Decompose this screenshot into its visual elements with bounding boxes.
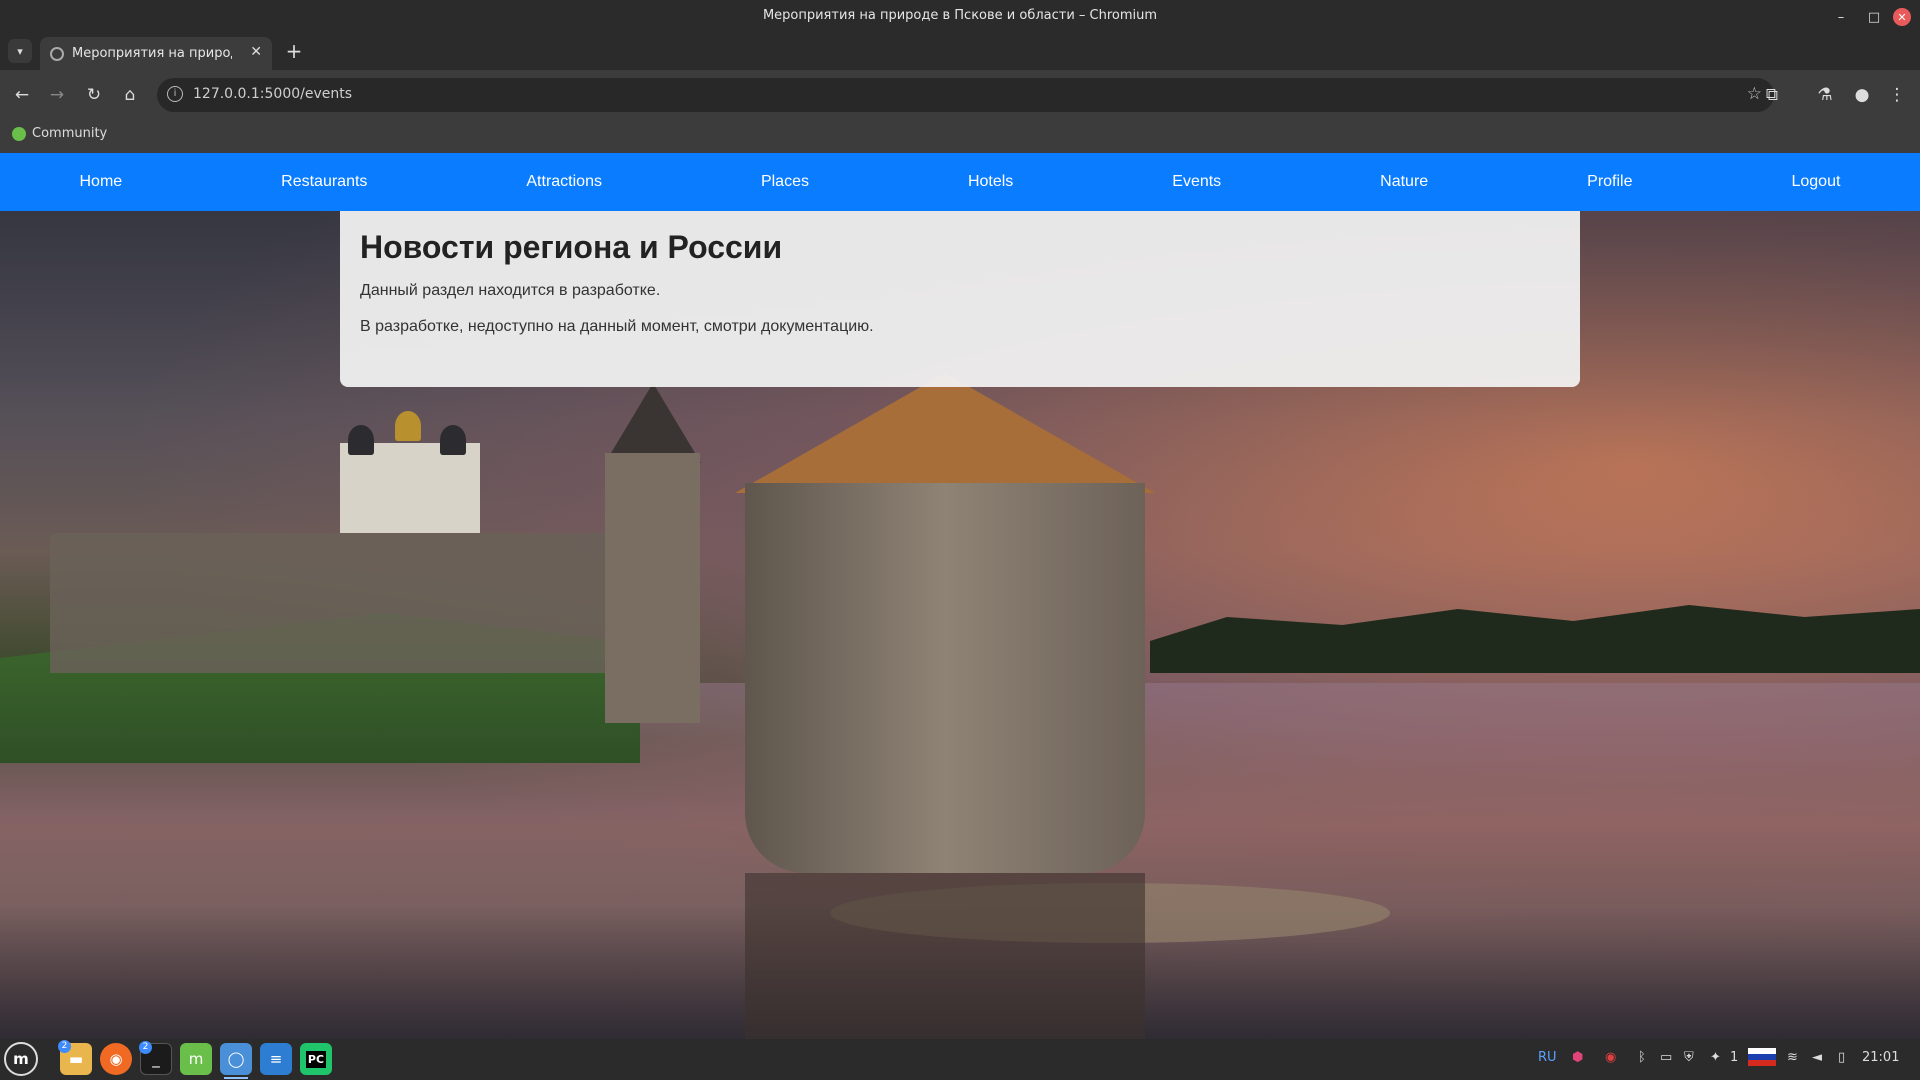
nav-places[interactable]: Places (761, 173, 809, 191)
profile-button[interactable]: ● (1850, 83, 1874, 107)
flask-icon: ⚗ (1817, 85, 1833, 105)
reload-button[interactable]: ↻ (82, 83, 106, 107)
maximize-button[interactable]: □ (1863, 6, 1885, 28)
home-icon: ⌂ (124, 85, 136, 105)
minimize-button[interactable]: – (1830, 6, 1852, 28)
tab-search-button[interactable]: ▾ (8, 39, 32, 63)
status-paragraph: Данный раздел находится в разработке. (360, 282, 661, 299)
battery-icon[interactable]: ▯ (1838, 1050, 1845, 1065)
url-text[interactable]: 127.0.0.1:5000/events (193, 86, 352, 102)
clipboard-icon[interactable]: ▭ (1660, 1050, 1672, 1065)
labs-button[interactable]: ⚗ (1813, 83, 1837, 107)
taskbar-mintinstall[interactable]: m (180, 1043, 212, 1075)
firefox-icon: ◉ (109, 1050, 123, 1068)
tab-strip: ▾ Мероприятия на природе в Пскове и обла… (0, 33, 1920, 70)
plus-icon: + (285, 39, 303, 63)
home-button[interactable]: ⌂ (118, 83, 142, 107)
back-button[interactable]: ← (10, 83, 34, 107)
reload-icon: ↻ (86, 85, 102, 105)
arrow-right-icon: → (49, 85, 65, 105)
tower-image (605, 453, 700, 723)
wifi-icon[interactable]: ≋ (1787, 1050, 1798, 1065)
info-paragraph: В разработке, недоступно на данный момен… (360, 318, 874, 335)
window-count-badge: 2 (139, 1041, 152, 1054)
chevron-down-icon: ▾ (17, 44, 23, 58)
window-count-badge: 2 (58, 1040, 71, 1053)
jetbrains-toolbox-icon[interactable]: ⬢ (1572, 1050, 1583, 1065)
active-indicator (224, 1077, 248, 1079)
window-title: Мероприятия на природе в Пскове и област… (762, 8, 1158, 23)
terminal-icon: _ (152, 1050, 160, 1068)
tab-events[interactable]: Мероприятия на природе в Пскове и област… (40, 37, 272, 70)
notification-count: 1 (1730, 1050, 1739, 1065)
community-icon (12, 126, 26, 141)
tower-roof-image (605, 383, 701, 463)
dome-image (348, 425, 374, 455)
start-menu-button[interactable]: m (4, 1042, 38, 1076)
menu-button[interactable]: ⋮ (1885, 83, 1909, 107)
update-manager-icon[interactable]: ◉ (1605, 1050, 1616, 1065)
page-title: Новости региона и России (360, 229, 783, 265)
tab-close-button[interactable]: ✕ (250, 44, 262, 60)
forward-button[interactable]: → (45, 83, 69, 107)
taskbar-firefox[interactable]: ◉ (100, 1043, 132, 1075)
bookmarks-bar: Community (0, 120, 1920, 153)
nav-attractions[interactable]: Attractions (526, 173, 602, 191)
tab-title: Мероприятия на природе в Пскове и област… (72, 46, 232, 61)
fortress-wall-image (50, 533, 610, 673)
new-tab-button[interactable]: + (282, 39, 306, 63)
person-icon: ● (1854, 85, 1870, 105)
reflection-image (745, 873, 1145, 1039)
chromium-icon: ◯ (227, 1050, 245, 1068)
kebab-menu-icon: ⋮ (1888, 85, 1906, 105)
nav-hotels[interactable]: Hotels (968, 173, 1013, 191)
address-bar[interactable]: i 127.0.0.1:5000/events ☆ (157, 78, 1774, 112)
bookmark-label: Community (32, 126, 108, 141)
taskbar-chromium[interactable]: ◯ (220, 1043, 252, 1079)
clock[interactable]: 21:01 (1862, 1050, 1899, 1065)
taskbar-pycharm[interactable]: PC (300, 1043, 332, 1075)
bluetooth-icon[interactable]: ᛒ (1638, 1050, 1646, 1065)
window-titlebar: Мероприятия на природе в Пскове и област… (0, 0, 1920, 33)
close-window-button[interactable]: ✕ (1893, 8, 1911, 26)
nav-events[interactable]: Events (1172, 173, 1221, 191)
cathedral-image (340, 411, 480, 533)
pycharm-icon: PC (305, 1050, 327, 1068)
arrow-left-icon: ← (14, 85, 30, 105)
nav-home[interactable]: Home (79, 173, 122, 191)
site-navbar: Home Restaurants Attractions Places Hote… (0, 153, 1920, 211)
news-card: Новости региона и России Данный раздел н… (340, 211, 1580, 387)
keyboard-layout-indicator[interactable]: RU (1538, 1050, 1557, 1065)
page-viewport: Home Restaurants Attractions Places Hote… (0, 153, 1920, 1039)
extensions-button[interactable]: ⧉ (1760, 83, 1784, 107)
folder-icon: ▬ (68, 1050, 84, 1068)
text-editor-icon: ≡ (269, 1050, 283, 1068)
taskbar-terminal[interactable]: 2 _ (139, 1041, 172, 1075)
main-tower-image (745, 483, 1145, 873)
dome-image (395, 411, 421, 441)
taskbar-text-editor[interactable]: ≡ (260, 1043, 292, 1075)
dome-image (440, 425, 466, 455)
nav-restaurants[interactable]: Restaurants (281, 173, 367, 191)
mint-icon: m (188, 1050, 204, 1068)
puzzle-icon: ⧉ (1765, 85, 1779, 105)
bookmark-community[interactable]: Community (12, 126, 107, 141)
mint-logo-icon: m (13, 1050, 29, 1068)
tower-roof-image (735, 373, 1155, 493)
shield-icon[interactable]: ⛨ (1684, 1050, 1694, 1065)
globe-icon (50, 47, 64, 61)
russian-flag-icon[interactable] (1748, 1048, 1776, 1066)
taskbar: m 2 ▬ ◉ 2 _ m ◯ ≡ PC RU ⬢ ◉ ᛒ ▭ ⛨ ✦ 1 ≋ … (0, 1039, 1920, 1080)
nav-logout[interactable]: Logout (1791, 173, 1840, 191)
browser-toolbar: ← → ↻ ⌂ i 127.0.0.1:5000/events ☆ ⧉ ⚗ ● … (0, 70, 1920, 120)
nav-nature[interactable]: Nature (1380, 173, 1428, 191)
taskbar-files[interactable]: 2 ▬ (58, 1040, 92, 1075)
nav-profile[interactable]: Profile (1587, 173, 1632, 191)
volume-icon[interactable]: ◄ (1812, 1050, 1822, 1065)
info-icon[interactable]: i (167, 86, 183, 102)
notifications-icon[interactable]: ✦ (1710, 1050, 1721, 1065)
